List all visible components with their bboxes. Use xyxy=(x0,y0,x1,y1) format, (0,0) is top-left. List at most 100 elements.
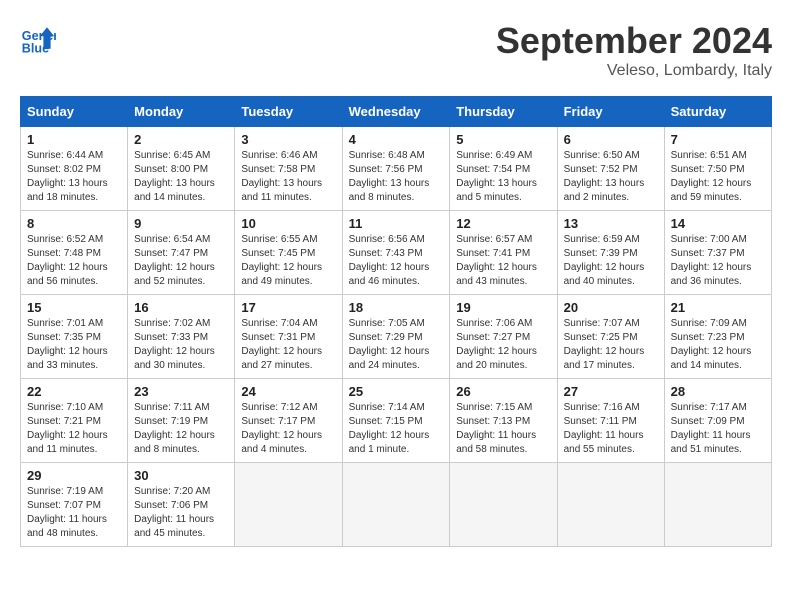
calendar-cell: 1 Sunrise: 6:44 AM Sunset: 8:02 PM Dayli… xyxy=(21,127,128,211)
day-info: Sunrise: 6:45 AM Sunset: 8:00 PM Dayligh… xyxy=(134,149,228,205)
day-info: Sunrise: 7:09 AM Sunset: 7:23 PM Dayligh… xyxy=(671,317,765,373)
day-number: 17 xyxy=(241,300,335,315)
calendar-cell: 23 Sunrise: 7:11 AM Sunset: 7:19 PM Dayl… xyxy=(128,379,235,463)
calendar-cell: 19 Sunrise: 7:06 AM Sunset: 7:27 PM Dayl… xyxy=(450,295,557,379)
day-info: Sunrise: 7:16 AM Sunset: 7:11 PM Dayligh… xyxy=(564,401,658,457)
day-number: 24 xyxy=(241,384,335,399)
day-info: Sunrise: 6:50 AM Sunset: 7:52 PM Dayligh… xyxy=(564,149,658,205)
calendar-cell: 25 Sunrise: 7:14 AM Sunset: 7:15 PM Dayl… xyxy=(342,379,450,463)
day-info: Sunrise: 6:51 AM Sunset: 7:50 PM Dayligh… xyxy=(671,149,765,205)
day-info: Sunrise: 6:44 AM Sunset: 8:02 PM Dayligh… xyxy=(27,149,121,205)
day-info: Sunrise: 6:48 AM Sunset: 7:56 PM Dayligh… xyxy=(349,149,444,205)
calendar-cell: 18 Sunrise: 7:05 AM Sunset: 7:29 PM Dayl… xyxy=(342,295,450,379)
calendar-cell: 21 Sunrise: 7:09 AM Sunset: 7:23 PM Dayl… xyxy=(664,295,771,379)
day-number: 29 xyxy=(27,468,121,483)
day-number: 14 xyxy=(671,216,765,231)
day-number: 26 xyxy=(456,384,550,399)
calendar-cell: 7 Sunrise: 6:51 AM Sunset: 7:50 PM Dayli… xyxy=(664,127,771,211)
day-info: Sunrise: 7:01 AM Sunset: 7:35 PM Dayligh… xyxy=(27,317,121,373)
calendar-cell xyxy=(557,463,664,547)
day-info: Sunrise: 7:14 AM Sunset: 7:15 PM Dayligh… xyxy=(349,401,444,457)
day-number: 16 xyxy=(134,300,228,315)
day-info: Sunrise: 7:07 AM Sunset: 7:25 PM Dayligh… xyxy=(564,317,658,373)
calendar-cell: 15 Sunrise: 7:01 AM Sunset: 7:35 PM Dayl… xyxy=(21,295,128,379)
day-info: Sunrise: 6:59 AM Sunset: 7:39 PM Dayligh… xyxy=(564,233,658,289)
calendar-cell: 27 Sunrise: 7:16 AM Sunset: 7:11 PM Dayl… xyxy=(557,379,664,463)
calendar-cell: 12 Sunrise: 6:57 AM Sunset: 7:41 PM Dayl… xyxy=(450,211,557,295)
day-info: Sunrise: 6:57 AM Sunset: 7:41 PM Dayligh… xyxy=(456,233,550,289)
day-info: Sunrise: 6:55 AM Sunset: 7:45 PM Dayligh… xyxy=(241,233,335,289)
calendar-cell xyxy=(664,463,771,547)
day-number: 5 xyxy=(456,132,550,147)
calendar-cell: 10 Sunrise: 6:55 AM Sunset: 7:45 PM Dayl… xyxy=(235,211,342,295)
day-number: 15 xyxy=(27,300,121,315)
weekday-header-thursday: Thursday xyxy=(450,97,557,127)
logo: General Blue xyxy=(20,20,56,56)
calendar-cell: 8 Sunrise: 6:52 AM Sunset: 7:48 PM Dayli… xyxy=(21,211,128,295)
day-info: Sunrise: 7:17 AM Sunset: 7:09 PM Dayligh… xyxy=(671,401,765,457)
day-number: 30 xyxy=(134,468,228,483)
calendar-week-row: 22 Sunrise: 7:10 AM Sunset: 7:21 PM Dayl… xyxy=(21,379,772,463)
calendar-cell: 11 Sunrise: 6:56 AM Sunset: 7:43 PM Dayl… xyxy=(342,211,450,295)
day-number: 20 xyxy=(564,300,658,315)
day-info: Sunrise: 6:52 AM Sunset: 7:48 PM Dayligh… xyxy=(27,233,121,289)
day-info: Sunrise: 6:49 AM Sunset: 7:54 PM Dayligh… xyxy=(456,149,550,205)
calendar-cell: 9 Sunrise: 6:54 AM Sunset: 7:47 PM Dayli… xyxy=(128,211,235,295)
day-number: 10 xyxy=(241,216,335,231)
day-info: Sunrise: 7:20 AM Sunset: 7:06 PM Dayligh… xyxy=(134,485,228,541)
day-number: 1 xyxy=(27,132,121,147)
calendar-cell: 6 Sunrise: 6:50 AM Sunset: 7:52 PM Dayli… xyxy=(557,127,664,211)
title-section: September 2024 Veleso, Lombardy, Italy xyxy=(496,20,772,80)
weekday-header-row: SundayMondayTuesdayWednesdayThursdayFrid… xyxy=(21,97,772,127)
day-number: 12 xyxy=(456,216,550,231)
weekday-header-wednesday: Wednesday xyxy=(342,97,450,127)
day-info: Sunrise: 7:10 AM Sunset: 7:21 PM Dayligh… xyxy=(27,401,121,457)
calendar-cell: 30 Sunrise: 7:20 AM Sunset: 7:06 PM Dayl… xyxy=(128,463,235,547)
calendar-week-row: 29 Sunrise: 7:19 AM Sunset: 7:07 PM Dayl… xyxy=(21,463,772,547)
weekday-header-monday: Monday xyxy=(128,97,235,127)
day-number: 19 xyxy=(456,300,550,315)
day-number: 28 xyxy=(671,384,765,399)
calendar-cell xyxy=(450,463,557,547)
day-info: Sunrise: 7:04 AM Sunset: 7:31 PM Dayligh… xyxy=(241,317,335,373)
day-number: 8 xyxy=(27,216,121,231)
calendar-cell: 22 Sunrise: 7:10 AM Sunset: 7:21 PM Dayl… xyxy=(21,379,128,463)
day-info: Sunrise: 7:19 AM Sunset: 7:07 PM Dayligh… xyxy=(27,485,121,541)
weekday-header-friday: Friday xyxy=(557,97,664,127)
day-number: 25 xyxy=(349,384,444,399)
day-number: 23 xyxy=(134,384,228,399)
page-header: General Blue September 2024 Veleso, Lomb… xyxy=(20,20,772,80)
calendar-week-row: 8 Sunrise: 6:52 AM Sunset: 7:48 PM Dayli… xyxy=(21,211,772,295)
calendar-cell: 14 Sunrise: 7:00 AM Sunset: 7:37 PM Dayl… xyxy=(664,211,771,295)
weekday-header-saturday: Saturday xyxy=(664,97,771,127)
day-number: 3 xyxy=(241,132,335,147)
day-number: 18 xyxy=(349,300,444,315)
day-info: Sunrise: 7:15 AM Sunset: 7:13 PM Dayligh… xyxy=(456,401,550,457)
day-number: 6 xyxy=(564,132,658,147)
calendar-cell: 2 Sunrise: 6:45 AM Sunset: 8:00 PM Dayli… xyxy=(128,127,235,211)
day-info: Sunrise: 7:11 AM Sunset: 7:19 PM Dayligh… xyxy=(134,401,228,457)
day-number: 13 xyxy=(564,216,658,231)
day-info: Sunrise: 7:12 AM Sunset: 7:17 PM Dayligh… xyxy=(241,401,335,457)
calendar-cell xyxy=(235,463,342,547)
day-info: Sunrise: 6:46 AM Sunset: 7:58 PM Dayligh… xyxy=(241,149,335,205)
weekday-header-tuesday: Tuesday xyxy=(235,97,342,127)
day-number: 11 xyxy=(349,216,444,231)
calendar-cell: 13 Sunrise: 6:59 AM Sunset: 7:39 PM Dayl… xyxy=(557,211,664,295)
calendar-cell: 28 Sunrise: 7:17 AM Sunset: 7:09 PM Dayl… xyxy=(664,379,771,463)
day-info: Sunrise: 7:05 AM Sunset: 7:29 PM Dayligh… xyxy=(349,317,444,373)
day-info: Sunrise: 6:54 AM Sunset: 7:47 PM Dayligh… xyxy=(134,233,228,289)
calendar-cell xyxy=(342,463,450,547)
calendar-week-row: 1 Sunrise: 6:44 AM Sunset: 8:02 PM Dayli… xyxy=(21,127,772,211)
day-number: 22 xyxy=(27,384,121,399)
weekday-header-sunday: Sunday xyxy=(21,97,128,127)
calendar-cell: 17 Sunrise: 7:04 AM Sunset: 7:31 PM Dayl… xyxy=(235,295,342,379)
calendar-week-row: 15 Sunrise: 7:01 AM Sunset: 7:35 PM Dayl… xyxy=(21,295,772,379)
day-info: Sunrise: 7:06 AM Sunset: 7:27 PM Dayligh… xyxy=(456,317,550,373)
day-info: Sunrise: 6:56 AM Sunset: 7:43 PM Dayligh… xyxy=(349,233,444,289)
calendar-cell: 24 Sunrise: 7:12 AM Sunset: 7:17 PM Dayl… xyxy=(235,379,342,463)
day-info: Sunrise: 7:02 AM Sunset: 7:33 PM Dayligh… xyxy=(134,317,228,373)
logo-icon: General Blue xyxy=(20,20,56,56)
month-title: September 2024 xyxy=(496,20,772,62)
location: Veleso, Lombardy, Italy xyxy=(496,62,772,80)
